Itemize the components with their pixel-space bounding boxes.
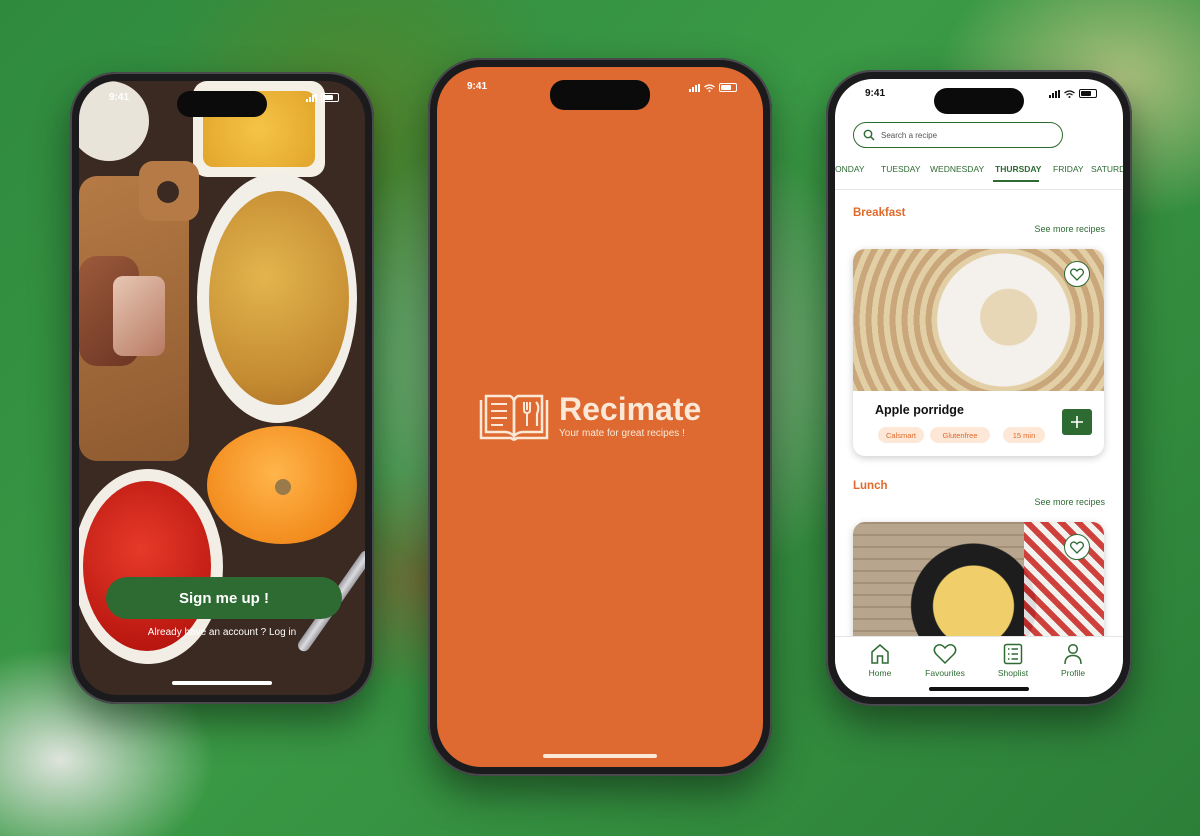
tab-favourites-label: Favourites bbox=[925, 668, 965, 678]
tab-monday[interactable]: ONDAY bbox=[835, 164, 865, 174]
status-time: 9:41 bbox=[109, 92, 130, 103]
recipe-tag: Glutenfree bbox=[930, 427, 990, 443]
tab-saturday[interactable]: SATURDAY bbox=[1091, 164, 1123, 174]
phone-welcome: 9:41 Sign me up ! Already have an accoun… bbox=[70, 72, 374, 704]
tab-thursday[interactable]: THURSDAY bbox=[995, 164, 1041, 174]
tab-favourites[interactable]: Favourites bbox=[910, 643, 980, 678]
tab-tuesday[interactable]: TUESDAY bbox=[881, 164, 921, 174]
dynamic-island bbox=[550, 80, 650, 110]
section-title-breakfast: Breakfast bbox=[853, 207, 906, 219]
tab-home[interactable]: Home bbox=[845, 643, 915, 678]
recipes-screen: 9:41 Search a recipe ONDAY TUESDAY WEDNE… bbox=[835, 79, 1123, 697]
tab-wednesday[interactable]: WEDNESDAY bbox=[930, 164, 984, 174]
dynamic-island bbox=[177, 91, 267, 117]
battery-icon bbox=[321, 93, 339, 102]
recipe-name: Apple porridge bbox=[875, 403, 964, 417]
welcome-screen: 9:41 Sign me up ! Already have an accoun… bbox=[79, 81, 365, 695]
brand-name: Recimate bbox=[559, 391, 702, 427]
tab-profile-label: Profile bbox=[1060, 668, 1086, 678]
battery-icon bbox=[1079, 89, 1097, 98]
tab-profile[interactable]: Profile bbox=[1038, 643, 1108, 678]
tab-shoplist-label: Shoplist bbox=[997, 668, 1029, 678]
status-time: 9:41 bbox=[467, 81, 488, 92]
see-more-breakfast-link[interactable]: See more recipes bbox=[1034, 224, 1105, 234]
divider bbox=[835, 189, 1123, 190]
recipe-tag: 15 min bbox=[1003, 427, 1045, 443]
recipe-card[interactable] bbox=[853, 522, 1104, 652]
recipe-tag: Calsmart bbox=[878, 427, 924, 443]
recipe-card[interactable]: Apple porridge Calsmart Glutenfree 15 mi… bbox=[853, 249, 1104, 456]
phone-recipes: 9:41 Search a recipe ONDAY TUESDAY WEDNE… bbox=[826, 70, 1132, 706]
favourite-button[interactable] bbox=[1064, 534, 1090, 560]
active-day-indicator bbox=[993, 180, 1039, 182]
splash-screen: 9:41 Recimate Your mate for great recipe… bbox=[437, 67, 763, 767]
recipe-book-icon bbox=[479, 394, 549, 441]
signal-icon bbox=[689, 83, 700, 92]
add-recipe-button[interactable] bbox=[1062, 409, 1092, 435]
section-title-lunch: Lunch bbox=[853, 480, 888, 492]
brand-tagline: Your mate for great recipes ! bbox=[559, 428, 685, 439]
wifi-icon bbox=[1064, 89, 1075, 98]
home-indicator bbox=[543, 754, 657, 758]
day-tabs: ONDAY TUESDAY WEDNESDAY THURSDAY FRIDAY … bbox=[835, 164, 1123, 184]
login-link[interactable]: Already have an account ? Log in bbox=[79, 627, 365, 638]
see-more-lunch-link[interactable]: See more recipes bbox=[1034, 497, 1105, 507]
signal-icon bbox=[306, 93, 317, 102]
heart-icon bbox=[1070, 267, 1084, 281]
search-icon bbox=[863, 129, 875, 141]
tab-home-label: Home bbox=[868, 668, 892, 678]
search-placeholder: Search a recipe bbox=[881, 130, 938, 140]
sign-up-button[interactable]: Sign me up ! bbox=[106, 577, 342, 619]
heart-icon bbox=[933, 643, 957, 665]
plus-icon bbox=[1071, 416, 1083, 428]
favourite-button[interactable] bbox=[1064, 261, 1090, 287]
home-icon bbox=[871, 644, 889, 664]
search-input[interactable]: Search a recipe bbox=[853, 122, 1063, 148]
status-icons bbox=[689, 83, 737, 92]
food-photo-potatoes bbox=[209, 191, 349, 405]
person-icon bbox=[1064, 643, 1082, 665]
tablecloth-pattern bbox=[1024, 522, 1104, 642]
home-indicator bbox=[929, 687, 1029, 691]
phone-splash: 9:41 Recimate Your mate for great recipe… bbox=[428, 58, 772, 776]
signal-icon bbox=[1049, 89, 1060, 98]
brand-logo: Recimate Your mate for great recipes ! bbox=[477, 392, 701, 444]
status-time: 9:41 bbox=[865, 88, 886, 99]
status-icons bbox=[306, 93, 339, 102]
home-indicator bbox=[172, 681, 272, 685]
wifi-icon bbox=[704, 83, 715, 92]
food-photo-meat bbox=[113, 276, 165, 356]
dynamic-island bbox=[934, 88, 1024, 114]
tab-friday[interactable]: FRIDAY bbox=[1053, 164, 1084, 174]
status-icons bbox=[1049, 89, 1097, 98]
battery-icon bbox=[719, 83, 737, 92]
food-photo-pumpkin-stem bbox=[275, 479, 291, 495]
list-icon bbox=[1003, 643, 1023, 665]
heart-icon bbox=[1070, 540, 1084, 554]
food-photo-tomato-soup bbox=[83, 481, 211, 651]
food-photo-board-hole bbox=[157, 181, 179, 203]
